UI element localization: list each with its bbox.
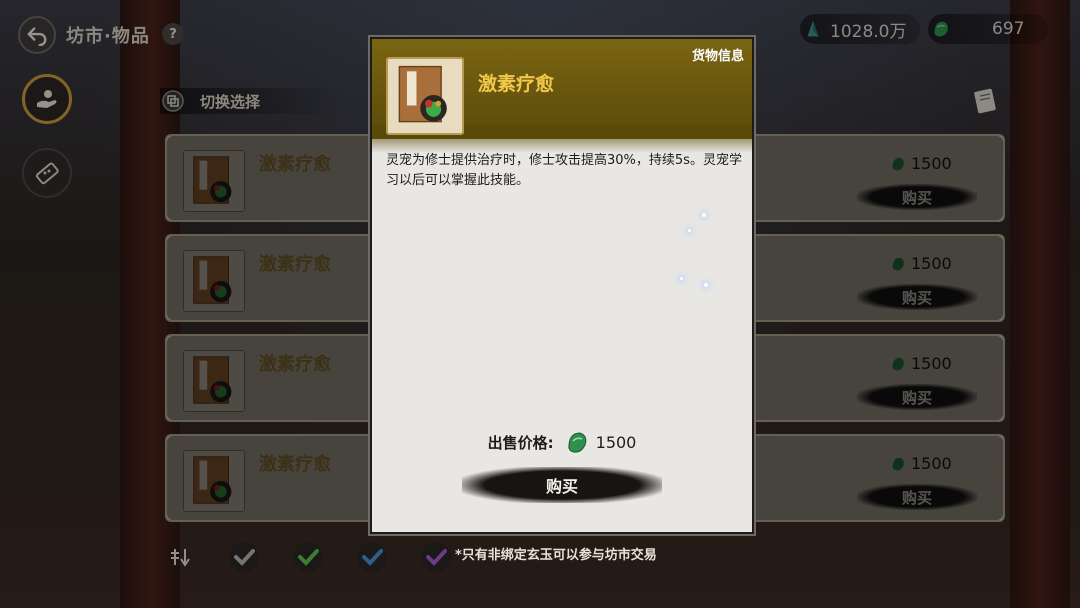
sparkle — [688, 229, 691, 232]
modal-price: 出售价格: 1500 — [372, 429, 752, 455]
price-value: 1500 — [595, 432, 637, 452]
modal-tag: 货物信息 — [691, 49, 744, 64]
modal-item-name: 激素疗愈 — [478, 73, 555, 95]
skill-book-icon — [398, 65, 447, 123]
sparkle — [680, 277, 683, 280]
trade-notice: *只有非绑定玄玉可以参与坊市交易 — [455, 548, 657, 563]
sparkle — [702, 213, 706, 217]
jade-icon — [568, 432, 586, 453]
price-label: 出售价格: — [487, 433, 554, 452]
modal-buy-button[interactable]: 购买 — [462, 467, 662, 503]
modal-item-image — [386, 57, 464, 135]
sparkle — [704, 283, 708, 287]
item-info-modal: 货物信息 激素疗愈 灵宠为修士提供治疗时，修士攻击提高30%，持续5s。灵宠学习… — [370, 37, 754, 534]
modal-description: 灵宠为修士提供治疗时，修士攻击提高30%，持续5s。灵宠学习以后可以掌握此技能。 — [386, 153, 742, 188]
